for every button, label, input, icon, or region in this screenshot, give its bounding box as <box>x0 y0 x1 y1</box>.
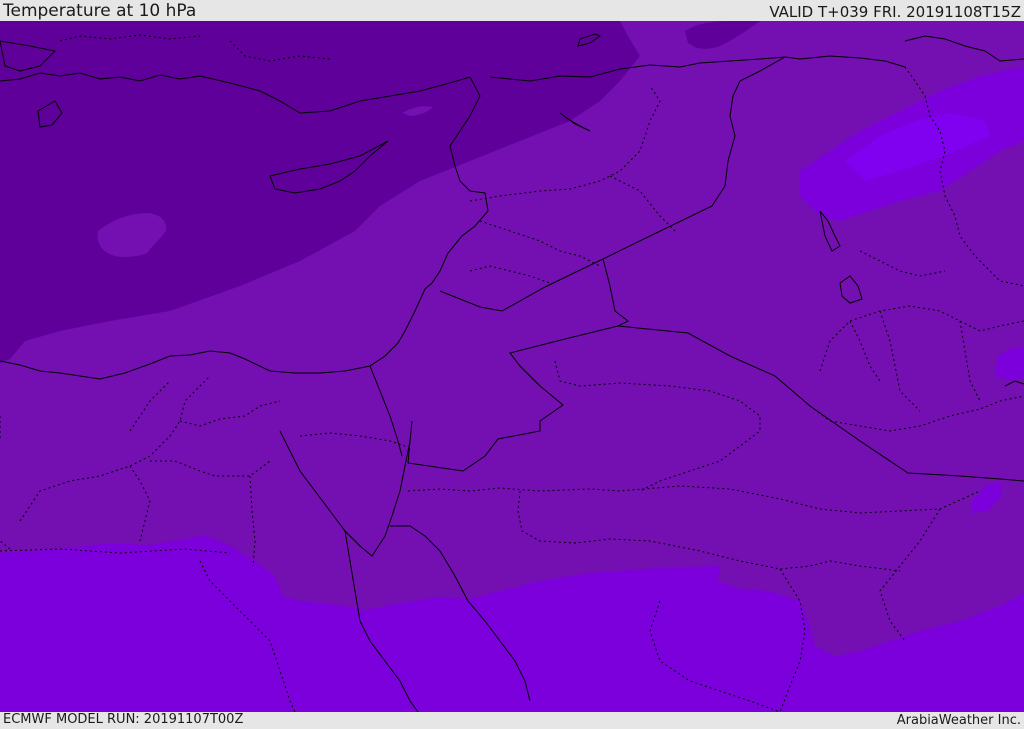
credit-label: ArabiaWeather Inc. <box>896 713 1021 728</box>
model-run-label: ECMWF MODEL RUN: 20191107T00Z <box>3 712 244 727</box>
footer-bar: ECMWF MODEL RUN: 20191107T00Z ArabiaWeat… <box>0 712 1024 729</box>
header-bar: Temperature at 10 hPa VALID T+039 FRI. 2… <box>0 0 1024 21</box>
temperature-map[interactable] <box>0 21 1024 712</box>
valid-time: VALID T+039 FRI. 20191108T15Z <box>769 3 1021 21</box>
map-title: Temperature at 10 hPa <box>3 1 197 21</box>
